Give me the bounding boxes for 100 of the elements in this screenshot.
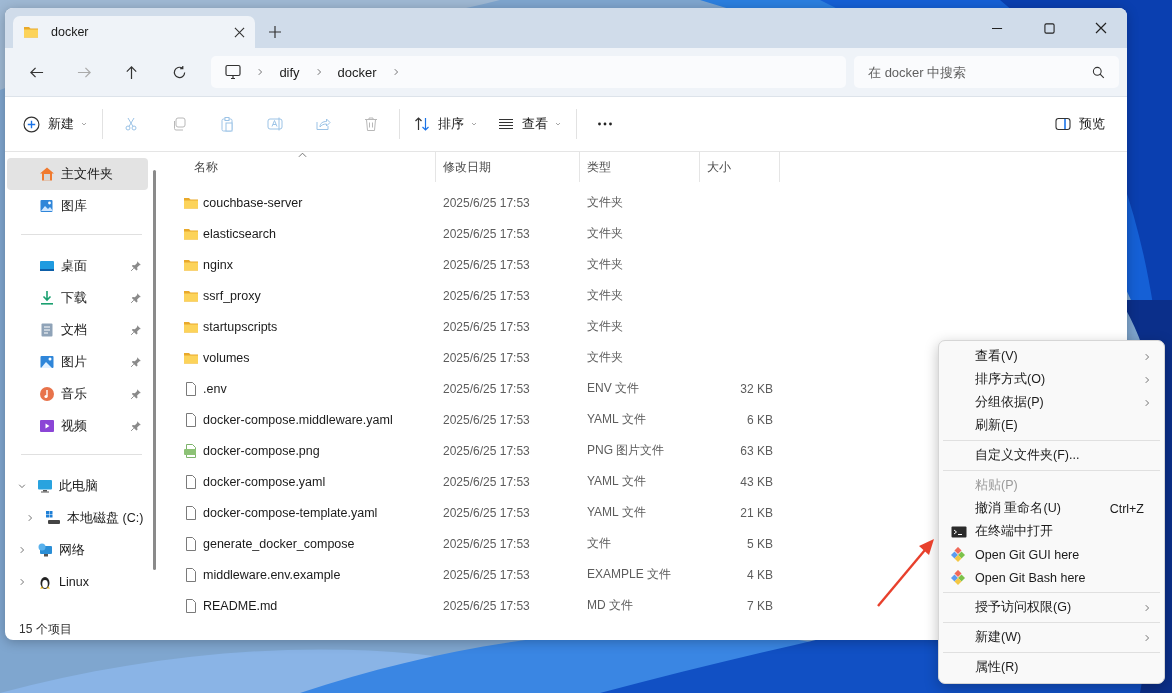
menu-item[interactable]: 新建(W) bbox=[939, 626, 1164, 649]
sort-icon bbox=[414, 116, 430, 132]
modified-date: 2025/6/25 17:53 bbox=[443, 536, 530, 551]
modified-date: 2025/6/25 17:53 bbox=[443, 598, 530, 613]
tab-close-button[interactable] bbox=[234, 26, 245, 38]
view-button[interactable]: 查看 bbox=[488, 109, 572, 139]
sidebar-item[interactable]: 图片 bbox=[7, 346, 148, 378]
file-type: YAML 文件 bbox=[587, 504, 646, 521]
address-bar[interactable]: dify docker bbox=[211, 56, 846, 88]
sidebar-item[interactable]: 视频 bbox=[7, 410, 148, 442]
file-icon bbox=[183, 566, 199, 583]
file-type: EXAMPLE 文件 bbox=[587, 566, 672, 583]
menu-item[interactable]: 排序方式(O) bbox=[939, 368, 1164, 391]
computer-icon bbox=[37, 478, 53, 494]
new-button[interactable]: 新建 bbox=[13, 109, 98, 139]
menu-label: 粘贴(P) bbox=[975, 477, 1019, 494]
breadcrumb[interactable]: docker bbox=[337, 64, 377, 80]
image-file-icon bbox=[183, 442, 199, 459]
sidebar-item[interactable]: Linux bbox=[7, 566, 148, 598]
caret-icon bbox=[470, 120, 478, 128]
file-size: 5 KB bbox=[747, 536, 773, 551]
new-tab-button[interactable] bbox=[269, 26, 281, 38]
home-icon bbox=[39, 166, 55, 182]
column-header[interactable]: 名称 bbox=[160, 152, 436, 182]
search-field[interactable]: 在 docker 中搜索 bbox=[854, 56, 1119, 88]
file-type: 文件夹 bbox=[587, 287, 623, 304]
column-header[interactable]: 大小 bbox=[700, 152, 780, 182]
menu-label: 排序方式(O) bbox=[975, 371, 1047, 388]
file-name: docker-compose.yaml bbox=[203, 474, 326, 489]
column-header[interactable]: 类型 bbox=[580, 152, 700, 182]
file-type: ENV 文件 bbox=[587, 380, 639, 397]
sidebar-item[interactable]: 下载 bbox=[7, 282, 148, 314]
sidebar-item[interactable]: 主文件夹 bbox=[7, 158, 148, 190]
pin-icon bbox=[130, 388, 142, 400]
file-row[interactable]: elasticsearch 2025/6/25 17:53 文件夹 bbox=[160, 218, 1127, 249]
file-name: startupscripts bbox=[203, 319, 278, 334]
menu-item[interactable]: 在终端中打开 bbox=[939, 520, 1164, 543]
preview-button[interactable]: 预览 bbox=[1045, 109, 1115, 139]
annotation-arrow bbox=[877, 539, 934, 607]
menu-item[interactable]: 自定义文件夹(F)... bbox=[939, 444, 1164, 467]
modified-date: 2025/6/25 17:53 bbox=[443, 288, 530, 303]
file-name: .env bbox=[203, 381, 227, 396]
menu-item[interactable]: 刷新(E) bbox=[939, 414, 1164, 437]
menu-label: 新建(W) bbox=[975, 629, 1023, 646]
menu-item[interactable]: Open Git Bash here bbox=[939, 566, 1164, 589]
menu-item[interactable]: 撤消 重命名(U) Ctrl+Z bbox=[939, 497, 1164, 520]
menu-label: 属性(R) bbox=[975, 659, 1020, 676]
sidebar-item[interactable]: 此电脑 bbox=[7, 470, 148, 502]
file-size: 7 KB bbox=[747, 598, 773, 613]
file-type: 文件夹 bbox=[587, 194, 623, 211]
sidebar-item[interactable]: 文档 bbox=[7, 314, 148, 346]
scrollbar[interactable] bbox=[153, 170, 156, 570]
file-icon bbox=[183, 411, 199, 428]
file-type: PNG 图片文件 bbox=[587, 442, 665, 459]
menu-label: Open Git Bash here bbox=[975, 570, 1087, 585]
modified-date: 2025/6/25 17:53 bbox=[443, 474, 530, 489]
file-row[interactable]: nginx 2025/6/25 17:53 文件夹 bbox=[160, 249, 1127, 280]
item-count: 15 个项目 bbox=[19, 620, 72, 638]
sidebar-item[interactable]: 本地磁盘 (C:) bbox=[7, 502, 148, 534]
music-icon bbox=[39, 386, 55, 402]
pin-icon bbox=[130, 260, 142, 272]
picture-icon bbox=[39, 354, 55, 370]
menu-item[interactable]: 授予访问权限(G) bbox=[939, 596, 1164, 619]
file-type: 文件夹 bbox=[587, 318, 623, 335]
preview-pane-icon bbox=[1055, 116, 1071, 132]
drive-icon bbox=[45, 510, 61, 526]
file-row[interactable]: ssrf_proxy 2025/6/25 17:53 文件夹 bbox=[160, 280, 1127, 311]
desktop-icon bbox=[39, 258, 55, 274]
menu-item[interactable]: 查看(V) bbox=[939, 345, 1164, 368]
menu-item[interactable]: Open Git GUI here bbox=[939, 543, 1164, 566]
modified-date: 2025/6/25 17:53 bbox=[443, 412, 530, 427]
sidebar-item[interactable]: 图库 bbox=[7, 190, 148, 222]
menu-item[interactable]: 分组依据(P) bbox=[939, 391, 1164, 414]
column-header[interactable]: 修改日期 bbox=[436, 152, 580, 182]
menu-label: 撤消 重命名(U) bbox=[975, 500, 1062, 517]
modified-date: 2025/6/25 17:53 bbox=[443, 226, 530, 241]
file-size: 6 KB bbox=[747, 412, 773, 427]
window-tab[interactable]: docker bbox=[13, 16, 255, 48]
file-row[interactable]: couchbase-server 2025/6/25 17:53 文件夹 bbox=[160, 187, 1127, 218]
sidebar-item[interactable]: 桌面 bbox=[7, 250, 148, 282]
close-icon bbox=[1095, 22, 1107, 34]
file-name: ssrf_proxy bbox=[203, 288, 261, 303]
sort-button[interactable]: 排序 bbox=[404, 109, 488, 139]
file-name: volumes bbox=[203, 350, 250, 365]
file-name: couchbase-server bbox=[203, 195, 303, 210]
caret-icon bbox=[554, 120, 562, 128]
file-type: 文件夹 bbox=[587, 225, 623, 242]
refresh-icon bbox=[172, 64, 188, 80]
file-icon bbox=[183, 473, 199, 490]
sidebar-item[interactable]: 网络 bbox=[7, 534, 148, 566]
file-row[interactable]: startupscripts 2025/6/25 17:53 文件夹 bbox=[160, 311, 1127, 342]
breadcrumb[interactable]: dify bbox=[279, 64, 300, 80]
sidebar-item[interactable]: 音乐 bbox=[7, 378, 148, 410]
menu-item[interactable]: 属性(R) bbox=[939, 656, 1164, 679]
menu-label: 分组依据(P) bbox=[975, 394, 1045, 411]
shortcut-text: Ctrl+Z bbox=[1109, 501, 1144, 516]
search-icon bbox=[1092, 66, 1105, 79]
caret-icon bbox=[80, 120, 88, 128]
sort-caret-icon bbox=[297, 152, 307, 158]
pin-icon bbox=[130, 420, 142, 432]
